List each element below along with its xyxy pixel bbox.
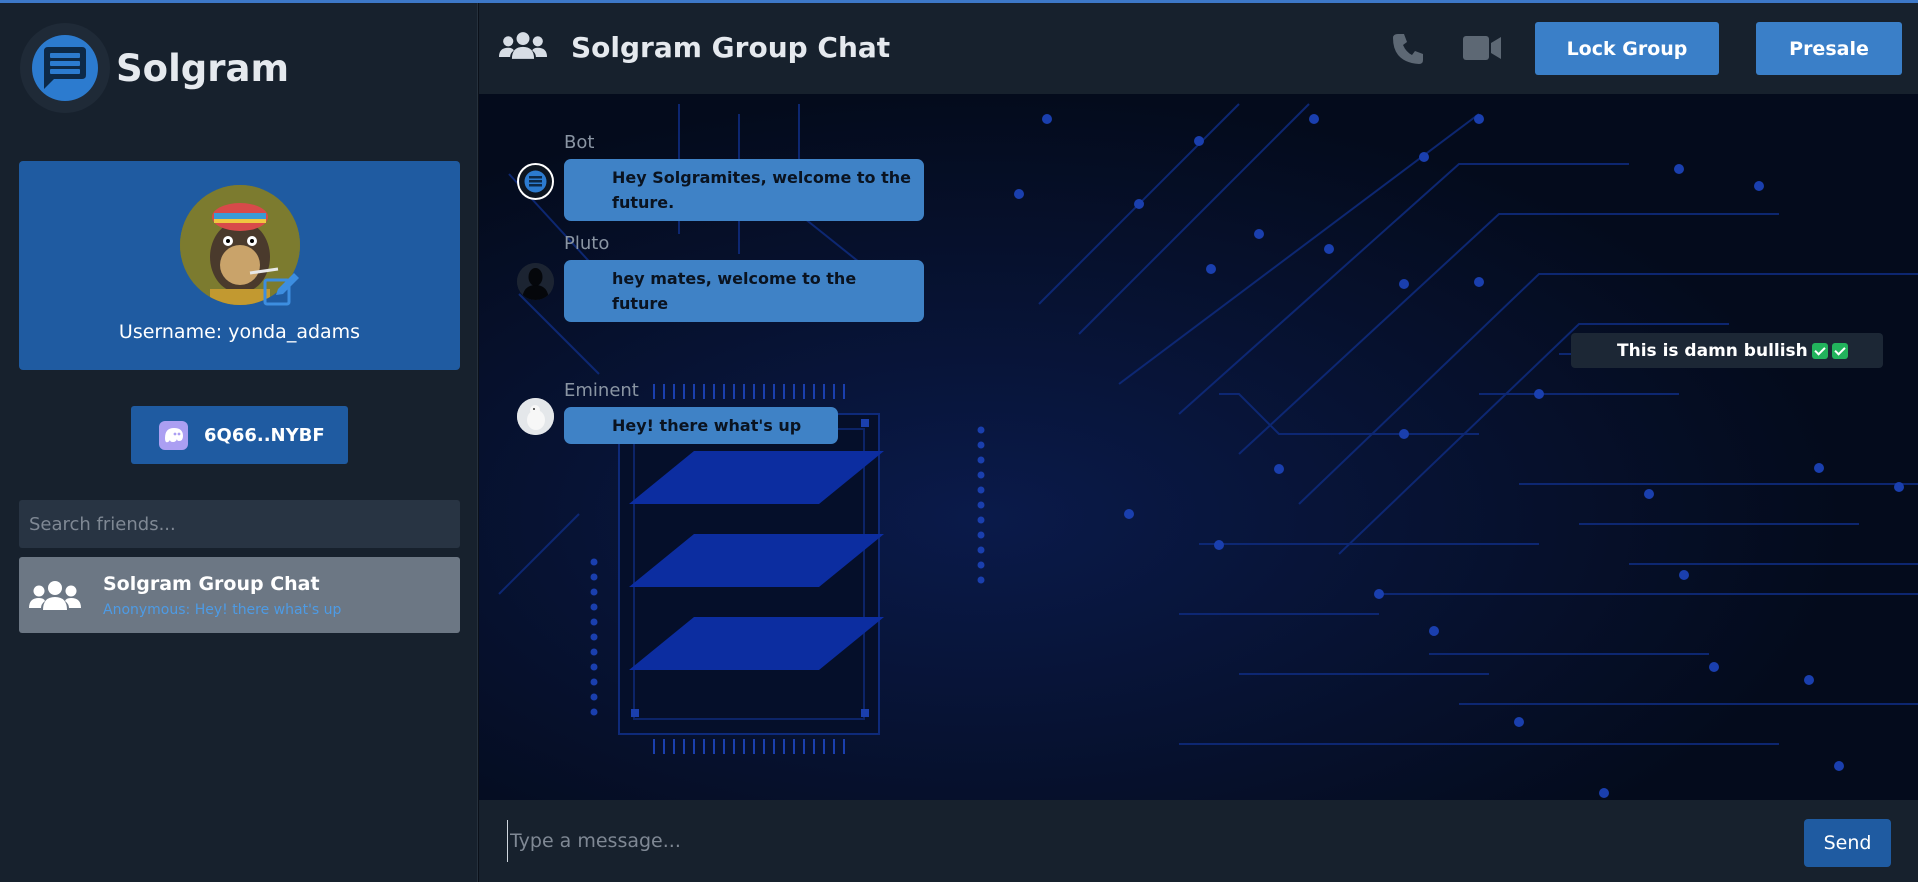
group-icon (499, 31, 547, 63)
pluto-avatar[interactable] (517, 263, 554, 300)
message-composer: Send (479, 800, 1918, 882)
message-bubble: hey mates, welcome to the future (564, 260, 924, 322)
message-bubble: Hey Solgramites, welcome to the future. (564, 159, 924, 221)
search-friends-input[interactable] (19, 500, 460, 548)
solgram-logo-icon (20, 23, 110, 113)
brand[interactable]: Solgram (20, 23, 289, 113)
own-message-text: This is damn bullish (1617, 340, 1808, 361)
message-bubble: Hey! there what's up (564, 407, 838, 444)
eminent-avatar[interactable] (517, 398, 554, 435)
group-icon (29, 580, 81, 614)
chat-item-preview: Anonymous: Hey! there what's up (103, 602, 342, 618)
username: Username: yonda_adams (118, 321, 361, 343)
message-sender: Pluto (564, 233, 610, 254)
send-button[interactable]: Send (1804, 819, 1891, 867)
own-message-bubble: This is damn bullish (1571, 333, 1883, 368)
video-call-icon[interactable] (1462, 33, 1502, 67)
wallet-address: 6Q66..NYBF (204, 424, 325, 446)
message-input[interactable] (507, 820, 1507, 862)
lock-group-button[interactable]: Lock Group (1535, 22, 1719, 75)
chat-messages-area[interactable]: Bot Hey Solgramites, welcome to the futu… (479, 94, 1918, 800)
sidebar: Solgram Username: yonda_adams 6Q66..NYBF… (0, 3, 478, 882)
presale-button[interactable]: Presale (1756, 22, 1902, 75)
profile-card: Username: yonda_adams (19, 161, 460, 370)
chat-header: Solgram Group Chat Lock Group Presale (479, 3, 1918, 94)
phone-call-icon[interactable] (1391, 32, 1425, 70)
app-name: Solgram (116, 46, 290, 90)
edit-avatar-icon[interactable] (262, 271, 300, 313)
phantom-wallet-icon (159, 420, 188, 450)
bot-avatar[interactable] (517, 163, 554, 200)
chat-title: Solgram Group Chat (571, 31, 891, 64)
chat-list-item[interactable]: Solgram Group Chat Anonymous: Hey! there… (19, 557, 460, 633)
wallet-button[interactable]: 6Q66..NYBF (131, 406, 348, 464)
message-sender: Bot (564, 132, 595, 153)
top-accent-line (0, 0, 1918, 3)
chat-item-title: Solgram Group Chat (103, 573, 320, 595)
check-icon (1831, 342, 1848, 359)
message-sender: Eminent (564, 380, 639, 401)
check-icon (1811, 342, 1828, 359)
